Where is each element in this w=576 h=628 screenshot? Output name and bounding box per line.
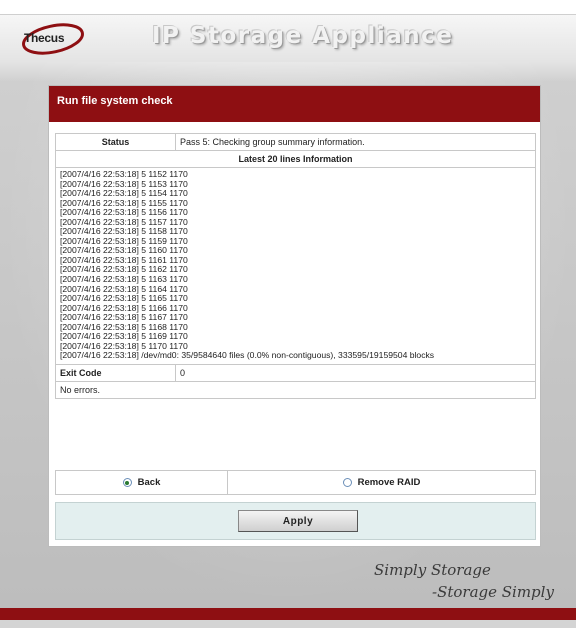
log-header: Latest 20 lines Information <box>238 154 353 164</box>
footer-bar <box>0 608 576 620</box>
result-text: No errors. <box>60 384 101 395</box>
back-option[interactable]: Back <box>56 471 228 494</box>
exit-code-label: Exit Code <box>56 364 176 381</box>
footer-line <box>0 620 576 628</box>
result-row: No errors. <box>56 382 535 398</box>
log-header-row: Latest 20 lines Information <box>56 151 535 168</box>
apply-bar: Apply <box>55 502 536 540</box>
apply-button[interactable]: Apply <box>238 510 358 532</box>
status-row: Status Pass 5: Checking group summary in… <box>56 134 535 151</box>
back-label: Back <box>137 477 161 488</box>
log-line: [2007/4/16 22:53:18] /dev/md0: 35/958464… <box>60 350 435 361</box>
panel-heading: Run file system check <box>57 95 173 107</box>
fsck-status-table: Status Pass 5: Checking group summary in… <box>55 133 536 399</box>
tagline-simply-storage: Simply Storage <box>374 561 491 579</box>
thecus-logo: Thecus <box>20 21 86 57</box>
panel-header-bar: Run file system check <box>49 86 540 122</box>
remove-raid-radio[interactable] <box>342 478 352 487</box>
exit-code-value: 0 <box>180 367 186 378</box>
app-header: Thecus IP Storage Appliance <box>0 14 576 62</box>
status-label: Status <box>56 134 176 150</box>
remove-raid-option[interactable]: Remove RAID <box>228 471 535 494</box>
log-row: [2007/4/16 22:53:18] 5 1152 1170 [2007/4/… <box>56 168 535 365</box>
status-value: Pass 5: Checking group summary informati… <box>180 137 365 147</box>
remove-raid-label: Remove RAID <box>357 477 421 488</box>
back-radio[interactable] <box>122 478 132 487</box>
tagline-storage-simply: -Storage Simply <box>432 583 554 601</box>
logo-text: Thecus <box>24 31 65 45</box>
content-panel: Run file system check Status Pass 5: Che… <box>48 85 541 547</box>
log-output: [2007/4/16 22:53:18] 5 1152 1170 [2007/4/… <box>56 168 438 364</box>
exit-code-row: Exit Code 0 <box>56 364 535 382</box>
app-title: IP Storage Appliance <box>152 23 454 49</box>
action-choice-group: Back Remove RAID <box>55 470 536 495</box>
